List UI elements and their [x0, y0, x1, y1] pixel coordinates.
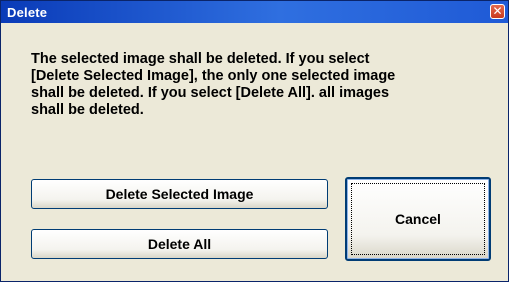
delete-dialog-window: Delete ✕ The selected image shall be del…	[0, 0, 509, 282]
close-icon: ✕	[492, 4, 503, 18]
delete-selected-image-button[interactable]: Delete Selected Image	[31, 179, 328, 209]
close-button[interactable]: ✕	[490, 4, 505, 19]
message-line: [Delete Selected Image], the only one se…	[31, 68, 396, 84]
delete-all-button[interactable]: Delete All	[31, 229, 328, 259]
dialog-message: The selected image shall be deleted. If …	[31, 51, 481, 119]
cancel-label: Cancel	[395, 211, 441, 227]
delete-all-label: Delete All	[147, 236, 212, 252]
delete-selected-image-label: Delete Selected Image	[105, 186, 254, 202]
cancel-button[interactable]: Cancel	[345, 177, 491, 261]
window-title: Delete	[7, 5, 48, 20]
message-line: shall be deleted.	[31, 102, 144, 118]
message-line: The selected image shall be deleted. If …	[31, 51, 370, 67]
title-bar[interactable]: Delete ✕	[1, 1, 508, 23]
message-line: shall be deleted. If you select [Delete …	[31, 85, 390, 101]
